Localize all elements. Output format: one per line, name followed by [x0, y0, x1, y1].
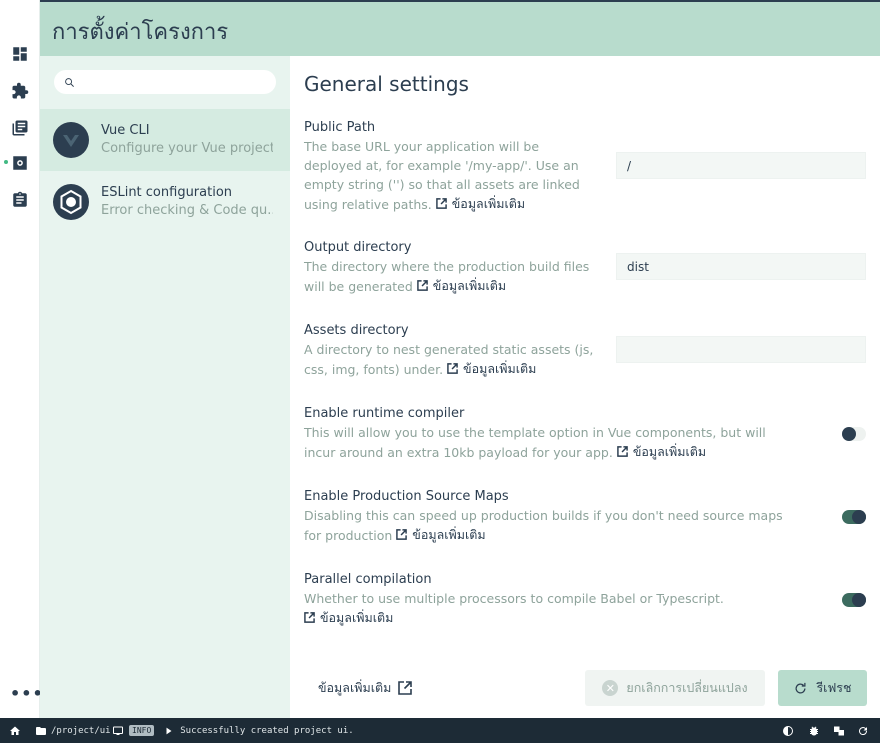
dark-mode-toggle[interactable] [782, 725, 794, 737]
tasks-icon[interactable] [8, 188, 32, 212]
toggle-knob [852, 510, 866, 524]
language-button[interactable] [833, 725, 845, 737]
plugin-description: Error checking & Code qu... [101, 203, 273, 218]
more-info-link[interactable]: ข้อมูลเพิ่มเติม [435, 194, 526, 213]
more-info-label: ข้อมูลเพิ่มเติม [412, 527, 486, 542]
refresh-status-button[interactable] [857, 725, 869, 737]
description-text: Disabling this can speed up production b… [304, 508, 783, 543]
dashboard-icon[interactable] [8, 42, 32, 66]
more-menu[interactable]: ••• [10, 684, 44, 703]
search-input[interactable] [81, 75, 271, 89]
setting-label: Output directory [304, 240, 412, 255]
setting-parallel-compilation: Parallel compilation Whether to use mult… [304, 570, 794, 628]
setting-description: Whether to use multiple processors to co… [304, 589, 794, 628]
setting-label: Public Path [304, 120, 376, 135]
output-directory-input[interactable] [616, 253, 866, 280]
more-info-link[interactable]: ข้อมูลเพิ่มเติม [396, 525, 486, 544]
settings-panel: General settings Public Path The base UR… [290, 56, 880, 718]
footer-more-info-link[interactable]: ข้อมูลเพิ่มเติม [318, 678, 413, 698]
setting-description: This will allow you to use the template … [304, 423, 794, 462]
setting-output-directory: Output directory The directory where the… [304, 238, 594, 296]
refresh-icon [795, 682, 806, 693]
setting-description: A directory to nest generated static ass… [304, 340, 594, 379]
more-info-link[interactable]: ข้อมูลเพิ่มเติม [616, 442, 707, 461]
cancel-changes-button[interactable]: ✕ ยกเลิกการเปลี่ยนแปลง [585, 670, 765, 706]
reload-icon [859, 726, 868, 735]
setting-label: Enable runtime compiler [304, 406, 465, 421]
setting-description: Disabling this can speed up production b… [304, 506, 794, 545]
external-link-icon [304, 612, 315, 623]
plugin-description: Configure your Vue project [101, 141, 273, 156]
external-link-icon [616, 446, 628, 457]
page-header: การตั้งค่าโครงการ [40, 0, 880, 56]
external-link-icon [416, 280, 428, 291]
log-message: Successfully created project ui. [180, 725, 354, 736]
parallel-compilation-toggle[interactable] [842, 593, 866, 607]
plugin-name: ESLint configuration [101, 185, 233, 200]
home-icon [10, 726, 20, 735]
translate-icon [834, 726, 844, 735]
configuration-icon[interactable] [8, 151, 32, 175]
dependencies-icon[interactable] [8, 116, 32, 140]
assets-directory-input[interactable] [616, 336, 866, 363]
list-item[interactable]: ESLint configuration Error checking & Co… [40, 171, 290, 233]
console-log[interactable]: INFO Successfully created project ui. [112, 725, 354, 737]
search-box[interactable] [54, 70, 276, 94]
eslint-logo [53, 184, 89, 220]
public-path-input[interactable] [616, 152, 866, 179]
setting-public-path: Public Path The base URL your applicatio… [304, 118, 594, 214]
setting-runtime-compiler: Enable runtime compiler This will allow … [304, 404, 794, 462]
toggle-knob [852, 593, 866, 607]
console-icon [113, 726, 123, 735]
description-text: Whether to use multiple processors to co… [304, 591, 724, 606]
setting-assets-directory: Assets directory A directory to nest gen… [304, 321, 594, 379]
report-bug-button[interactable] [808, 725, 820, 737]
more-info-link[interactable]: ข้อมูลเพิ่มเติม [416, 276, 507, 295]
close-circle-icon: ✕ [602, 680, 619, 696]
source-maps-toggle[interactable] [842, 510, 866, 524]
external-link-icon [435, 198, 447, 209]
page-title: การตั้งค่าโครงการ [52, 20, 229, 45]
contrast-icon [783, 725, 793, 736]
setting-label: Enable Production Source Maps [304, 489, 509, 504]
external-link-icon [396, 529, 408, 540]
cancel-changes-label: ยกเลิกการเปลี่ยนแปลง [626, 680, 748, 695]
refresh-button[interactable]: รีเฟรช [778, 670, 867, 706]
more-info-label: ข้อมูลเพิ่มเติม [320, 610, 394, 625]
setting-description: The base URL your application will be de… [304, 137, 594, 214]
search-icon [65, 77, 74, 87]
toggle-knob [842, 427, 856, 441]
more-info-link[interactable]: ข้อมูลเพิ่มเติม [447, 359, 536, 378]
more-info-label: ข้อมูลเพิ่มเติม [451, 196, 526, 211]
nav-rail: ••• [0, 0, 43, 718]
runtime-compiler-toggle[interactable] [842, 427, 866, 441]
vue-cli-logo [53, 122, 89, 158]
setting-label: Assets directory [304, 323, 409, 338]
list-item[interactable]: Vue CLI Configure your Vue project [40, 109, 290, 171]
more-info-link[interactable]: ข้อมูลเพิ่มเติม [304, 608, 393, 627]
bug-icon [810, 726, 818, 736]
more-info-label: ข้อมูลเพิ่มเติม [632, 444, 707, 459]
setting-description: The directory where the production build… [304, 257, 594, 296]
setting-label: Parallel compilation [304, 572, 432, 587]
project-path-text: /project/ui [51, 725, 111, 736]
arrow-right-icon [166, 727, 172, 734]
footer-more-info-label: ข้อมูลเพิ่มเติม [318, 680, 392, 695]
external-link-icon [398, 681, 413, 695]
folder-icon [36, 726, 46, 735]
setting-source-maps: Enable Production Source Maps Disabling … [304, 487, 794, 545]
log-level-badge: INFO [129, 725, 155, 736]
plugins-icon[interactable] [8, 79, 32, 103]
more-info-label: ข้อมูลเพิ่มเติม [432, 278, 507, 293]
plugin-name: Vue CLI [101, 123, 150, 138]
project-path[interactable]: /project/ui [35, 725, 111, 737]
plugin-list: Vue CLI Configure your Vue project ESLin… [40, 56, 290, 718]
more-info-label: ข้อมูลเพิ่มเติม [463, 361, 537, 376]
refresh-label: รีเฟรช [816, 680, 852, 695]
status-bar: /project/ui INFO Successfully created pr… [0, 718, 880, 743]
external-link-icon [447, 363, 458, 374]
home-button[interactable] [9, 725, 21, 737]
section-title: General settings [304, 72, 469, 96]
